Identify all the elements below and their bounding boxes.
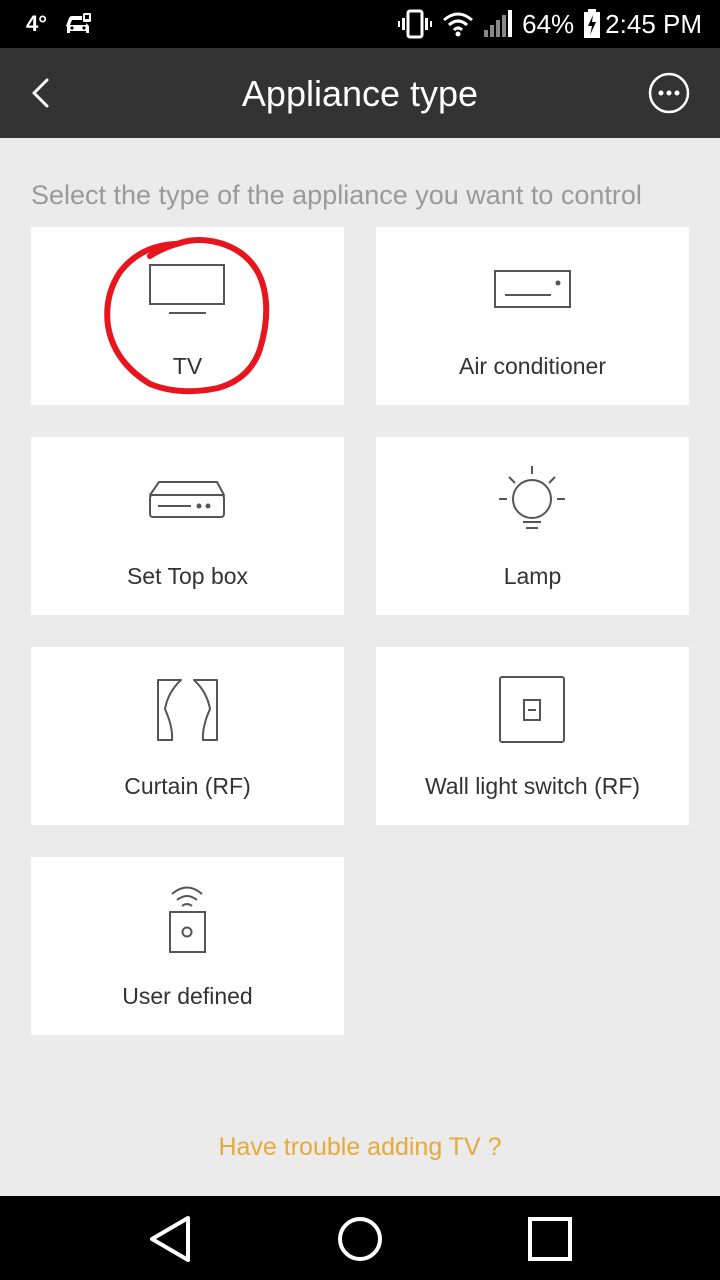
app-bar: Appliance type — [0, 48, 720, 138]
wall-switch-icon — [499, 676, 565, 743]
navigation-bar — [0, 1196, 720, 1280]
tile-tv[interactable]: TV — [31, 227, 344, 405]
tile-curtain-label: Curtain (RF) — [124, 773, 251, 799]
lamp-icon — [499, 466, 565, 529]
car-icon — [66, 13, 92, 33]
clock: 2:45 PM — [605, 8, 702, 39]
remote-icon — [169, 886, 206, 953]
temperature-indicator: 4° — [26, 11, 48, 36]
tile-lamp[interactable]: Lamp — [376, 437, 689, 615]
recents-nav-icon[interactable] — [525, 1214, 575, 1264]
set-top-box-icon — [149, 481, 225, 518]
battery-percent: 64% — [522, 8, 575, 39]
more-options-icon[interactable] — [646, 70, 692, 116]
signal-icon — [484, 10, 513, 37]
air-conditioner-icon — [494, 270, 571, 308]
tv-icon — [149, 264, 225, 314]
tile-user-defined[interactable]: User defined — [31, 857, 344, 1035]
back-nav-icon[interactable] — [145, 1214, 195, 1264]
tile-lamp-label: Lamp — [503, 563, 562, 589]
tile-set-top-box[interactable]: Set Top box — [31, 437, 344, 615]
instruction-text: Select the type of the appliance you wan… — [31, 180, 642, 210]
tile-tv-label: TV — [172, 353, 203, 379]
tile-set-top-box-label: Set Top box — [126, 563, 249, 589]
vibrate-icon — [398, 9, 433, 39]
curtain-icon — [157, 679, 218, 741]
tile-user-defined-label: User defined — [122, 983, 253, 1009]
page-title: Appliance type — [241, 73, 479, 114]
tile-wall-light-switch[interactable]: Wall light switch (RF) — [376, 647, 689, 825]
tile-air-conditioner-label: Air conditioner — [458, 353, 607, 379]
status-bar: 4° 64% 2:45 PM — [0, 0, 720, 48]
tile-wall-light-switch-label: Wall light switch (RF) — [424, 773, 641, 799]
tile-air-conditioner[interactable]: Air conditioner — [376, 227, 689, 405]
home-nav-icon[interactable] — [335, 1214, 385, 1264]
trouble-adding-link[interactable]: Have trouble adding TV ? — [0, 1133, 720, 1162]
tile-curtain[interactable]: Curtain (RF) — [31, 647, 344, 825]
battery-charging-icon — [584, 9, 601, 38]
wifi-icon — [443, 12, 474, 37]
